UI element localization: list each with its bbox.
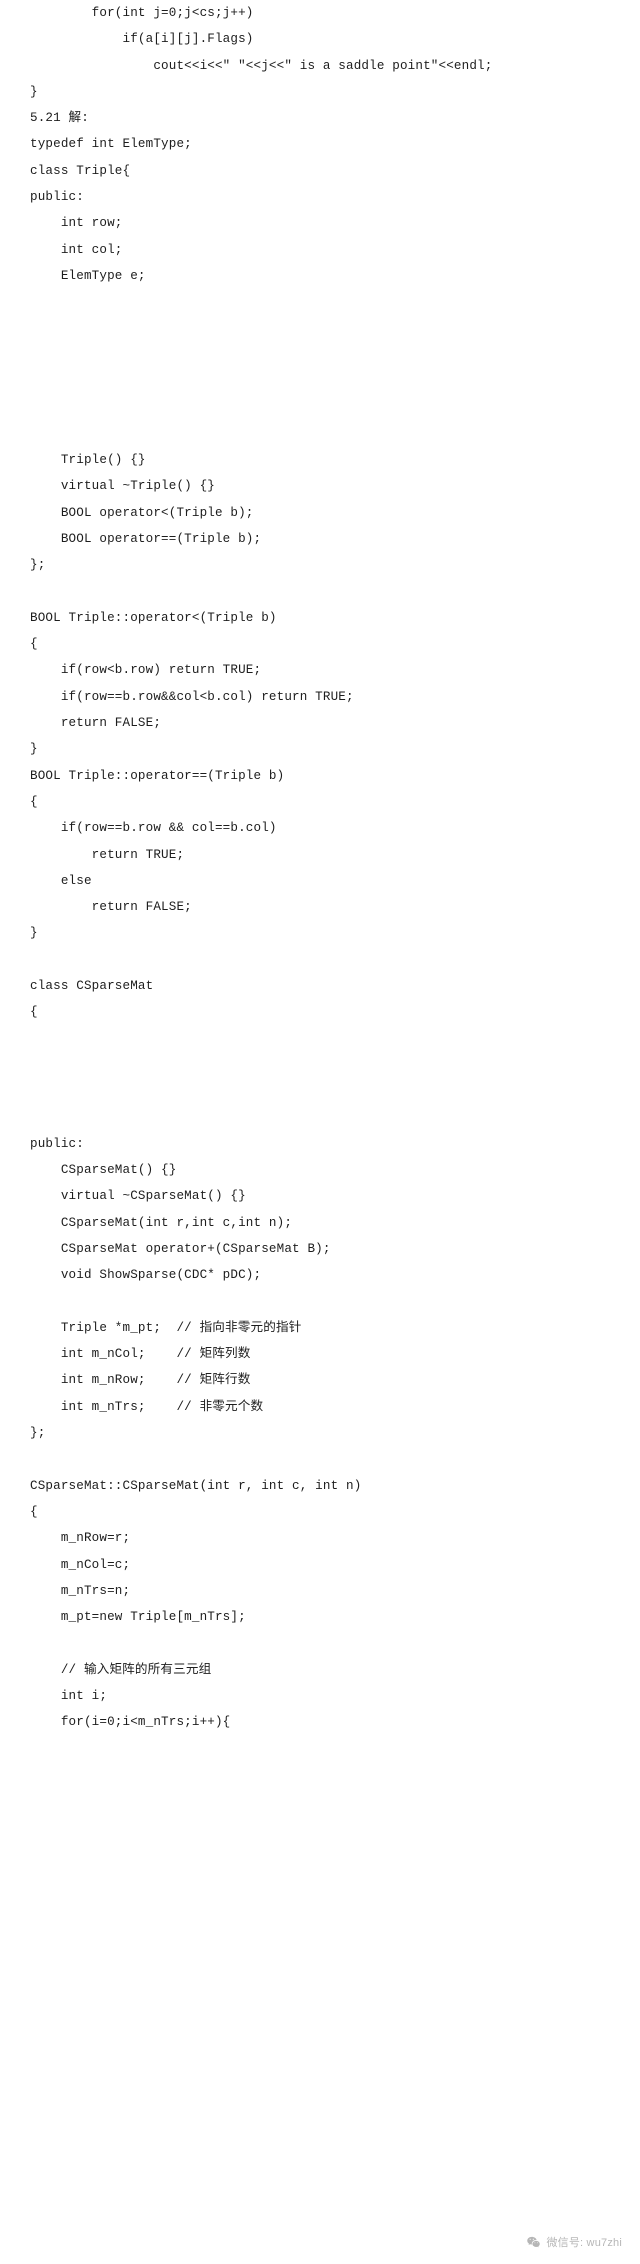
code-line: Triple *m_pt; // 指向非零元的指针 bbox=[30, 1320, 302, 1335]
code-line: int i; bbox=[30, 1689, 108, 1703]
code-line: typedef int ElemType; bbox=[30, 137, 192, 152]
code-line: CSparseMat::CSparseMat(int r, int c, int… bbox=[30, 1478, 362, 1493]
code-line: BOOL Triple::operator<(Triple b) bbox=[30, 610, 277, 625]
code-line: int m_nRow; // 矩阵行数 bbox=[30, 1373, 251, 1388]
code-line: virtual ~CSparseMat() {} bbox=[30, 1189, 246, 1204]
code-line: public: bbox=[30, 190, 84, 205]
document-page: for(int j=0;j<cs;j++) if(a[i][j].Flags) … bbox=[0, 0, 640, 2264]
code-line: class CSparseMat bbox=[30, 978, 154, 993]
code-line: if(row==b.row && col==b.col) bbox=[30, 821, 277, 836]
code-line: CSparseMat operator+(CSparseMat B); bbox=[30, 1241, 331, 1256]
watermark-label: 微信号: wu7zhi bbox=[546, 2237, 622, 2249]
code-listing: for(int j=0;j<cs;j++) if(a[i][j].Flags) … bbox=[0, 0, 640, 1736]
code-line: m_pt=new Triple[m_nTrs]; bbox=[30, 1610, 246, 1625]
code-line: if(a[i][j].Flags) bbox=[30, 32, 254, 47]
code-line: // 输入矩阵的所有三元组 bbox=[30, 1662, 212, 1677]
code-line: Triple() {} bbox=[30, 453, 146, 468]
code-line: m_nCol=c; bbox=[30, 1557, 131, 1572]
code-line: BOOL operator<(Triple b); bbox=[30, 505, 254, 520]
code-line: }; bbox=[30, 558, 46, 573]
wechat-icon bbox=[527, 2236, 541, 2247]
footer-watermark: 微信号: wu7zhi bbox=[526, 2234, 622, 2250]
code-line: { bbox=[30, 1504, 38, 1519]
code-line: return FALSE; bbox=[30, 716, 162, 731]
code-line: cout<<i<<" "<<j<<" is a saddle point"<<e… bbox=[30, 58, 493, 73]
code-line: } bbox=[30, 84, 38, 99]
code-line: { bbox=[30, 637, 38, 652]
code-line: int m_nCol; // 矩阵列数 bbox=[30, 1347, 251, 1362]
code-line: for(int j=0;j<cs;j++) bbox=[30, 6, 254, 20]
code-line: public: bbox=[30, 1136, 84, 1151]
code-line: CSparseMat() {} bbox=[30, 1163, 177, 1178]
code-line: }; bbox=[30, 1426, 46, 1441]
code-line: return FALSE; bbox=[30, 900, 192, 915]
code-line: else bbox=[30, 873, 92, 888]
code-line: } bbox=[30, 742, 38, 757]
code-line: virtual ~Triple() {} bbox=[30, 479, 215, 494]
code-line: if(row==b.row&&col<b.col) return TRUE; bbox=[30, 689, 354, 704]
code-line: int row; bbox=[30, 216, 123, 231]
code-line: void ShowSparse(CDC* pDC); bbox=[30, 1268, 262, 1283]
code-line: m_nTrs=n; bbox=[30, 1583, 131, 1598]
code-line: 5.21 解: bbox=[30, 111, 89, 126]
code-line: for(i=0;i<m_nTrs;i++){ bbox=[30, 1715, 231, 1730]
code-line: ElemType e; bbox=[30, 268, 146, 283]
code-line: class Triple{ bbox=[30, 163, 131, 178]
code-line: if(row<b.row) return TRUE; bbox=[30, 663, 262, 678]
code-line: m_nRow=r; bbox=[30, 1531, 131, 1546]
code-line: int m_nTrs; // 非零元个数 bbox=[30, 1399, 264, 1414]
code-line: } bbox=[30, 926, 38, 941]
code-line: int col; bbox=[30, 242, 123, 257]
code-line: { bbox=[30, 1005, 38, 1020]
code-line: BOOL Triple::operator==(Triple b) bbox=[30, 768, 285, 783]
code-line: CSparseMat(int r,int c,int n); bbox=[30, 1215, 293, 1230]
code-line: { bbox=[30, 794, 38, 809]
code-line: BOOL operator==(Triple b); bbox=[30, 531, 262, 546]
code-line: return TRUE; bbox=[30, 847, 185, 862]
